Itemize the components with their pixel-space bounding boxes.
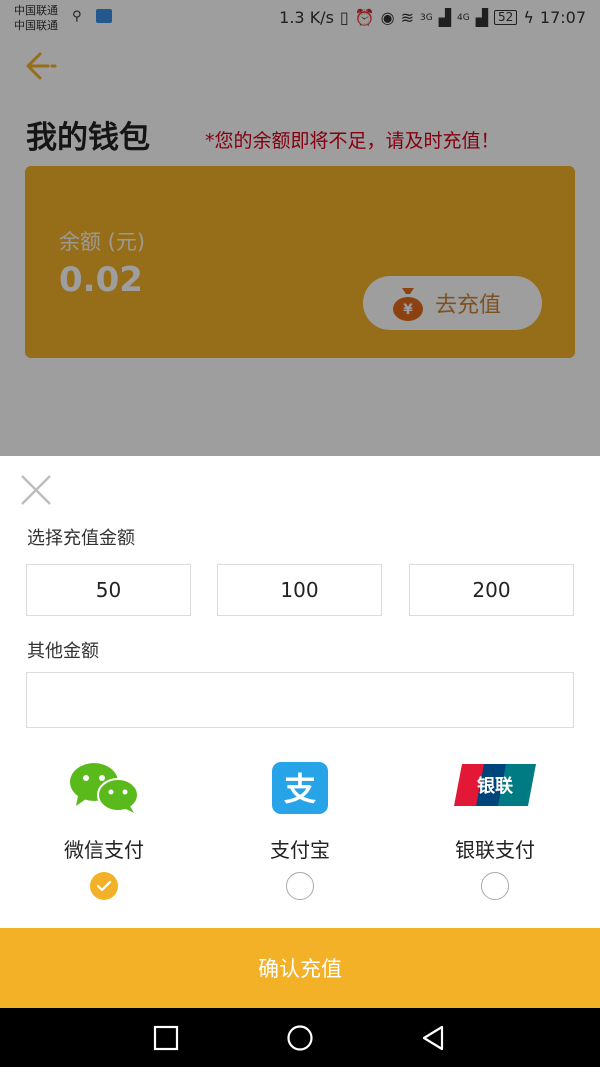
- wechat-pay-icon: [70, 763, 139, 813]
- alipay-icon: 支: [272, 762, 328, 814]
- check-icon: [96, 880, 112, 892]
- radio-wechat-checked[interactable]: [90, 872, 118, 900]
- home-icon[interactable]: [286, 1024, 314, 1052]
- payment-label-alipay: 支付宝: [270, 838, 330, 862]
- other-amount-label: 其他金额: [27, 641, 99, 662]
- unionpay-icon: 银联: [454, 764, 536, 806]
- recent-apps-icon[interactable]: [152, 1024, 180, 1052]
- payment-label-wechat: 微信支付: [64, 838, 144, 862]
- radio-unionpay[interactable]: [481, 872, 509, 900]
- unionpay-glyph: 银联: [477, 775, 513, 797]
- close-icon[interactable]: [18, 472, 54, 508]
- amount-option-50[interactable]: 50: [26, 564, 191, 616]
- payment-option-wechat[interactable]: 微信支付: [14, 762, 194, 902]
- amount-option-100[interactable]: 100: [217, 564, 382, 616]
- radio-alipay[interactable]: [286, 872, 314, 900]
- payment-option-unionpay[interactable]: 银联 银联支付: [405, 762, 585, 902]
- amount-option-200[interactable]: 200: [409, 564, 574, 616]
- amount-section-label: 选择充值金额: [27, 528, 135, 549]
- recharge-sheet: 选择充值金额 50 100 200 其他金额 微信支付 支 支付宝 银联 银联支…: [0, 456, 600, 1008]
- other-amount-input[interactable]: [26, 672, 574, 728]
- payment-option-alipay[interactable]: 支 支付宝: [210, 762, 390, 902]
- dim-overlay[interactable]: [0, 0, 600, 456]
- payment-label-unionpay: 银联支付: [455, 838, 535, 862]
- amount-options: 50 100 200: [26, 564, 574, 616]
- alipay-glyph: 支: [284, 770, 316, 808]
- back-nav-icon[interactable]: [420, 1024, 448, 1052]
- confirm-recharge-button[interactable]: 确认充值: [0, 928, 600, 1008]
- system-nav-bar: [0, 1008, 600, 1067]
